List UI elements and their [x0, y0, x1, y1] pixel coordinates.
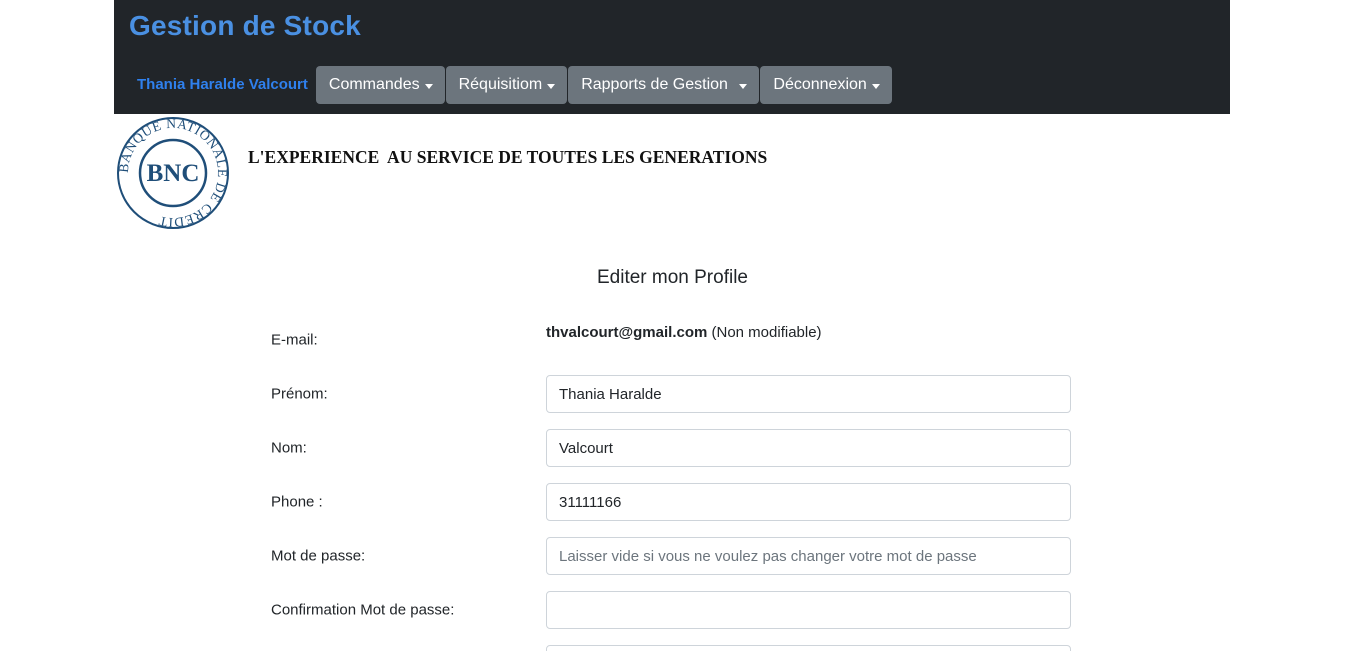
deconnexion-label: Déconnexion	[773, 76, 867, 93]
phone-input[interactable]	[546, 483, 1071, 521]
last-name-row: Nom:	[271, 429, 1071, 467]
password-confirm-label: Confirmation Mot de passe:	[271, 601, 455, 619]
caret-down-icon	[739, 83, 748, 89]
brand-title[interactable]: Gestion de Stock	[129, 9, 361, 43]
rapports-label: Rapports de Gestion	[581, 76, 733, 93]
next-field-input[interactable]	[546, 645, 1071, 651]
email-address: thvalcourt@gmail.com	[546, 324, 708, 341]
bnc-logo: BANQUE NATIONALE DE CREDIT BNC	[116, 116, 230, 230]
email-value: thvalcourt@gmail.com (Non modifiable)	[546, 324, 822, 341]
password-confirm-input[interactable]	[546, 591, 1071, 629]
form-title: Editer mon Profile	[596, 267, 748, 288]
password-input[interactable]	[546, 537, 1071, 575]
phone-row: Phone :	[271, 483, 1071, 521]
password-confirm-row: Confirmation Mot de passe:	[271, 591, 1071, 629]
navbar: Gestion de Stock Thania Haralde Valcourt…	[114, 0, 1230, 114]
deconnexion-dropdown[interactable]: Déconnexion	[760, 66, 892, 104]
first-name-label: Prénom:	[271, 385, 328, 403]
email-note: (Non modifiable)	[707, 324, 822, 341]
last-name-label: Nom:	[271, 439, 307, 457]
first-name-input[interactable]	[546, 375, 1071, 413]
user-name-link[interactable]: Thania Haralde Valcourt	[127, 66, 316, 104]
commandes-label: Commandes	[328, 76, 420, 93]
requisition-label: Réquisitiom	[458, 76, 543, 93]
next-field-row	[271, 645, 1071, 651]
rapports-dropdown[interactable]: Rapports de Gestion	[568, 66, 760, 104]
first-name-row: Prénom:	[271, 375, 1071, 413]
commandes-dropdown[interactable]: Commandes	[315, 66, 445, 104]
nav-menu: Thania Haralde Valcourt Commandes Réquis…	[127, 66, 893, 104]
email-label: E-mail:	[271, 331, 318, 349]
caret-down-icon	[547, 83, 556, 89]
svg-text:BNC: BNC	[147, 160, 200, 187]
phone-label: Phone :	[271, 493, 323, 511]
last-name-input[interactable]	[546, 429, 1071, 467]
caret-down-icon	[424, 83, 433, 89]
requisition-dropdown[interactable]: Réquisitiom	[445, 66, 568, 104]
password-label: Mot de passe:	[271, 547, 366, 565]
caret-down-icon	[871, 83, 880, 89]
slogan: L'EXPERIENCE AU SERVICE DE TOUTES LES GE…	[248, 147, 768, 167]
password-row: Mot de passe:	[271, 537, 1071, 575]
page: Gestion de Stock Thania Haralde Valcourt…	[0, 0, 1345, 651]
